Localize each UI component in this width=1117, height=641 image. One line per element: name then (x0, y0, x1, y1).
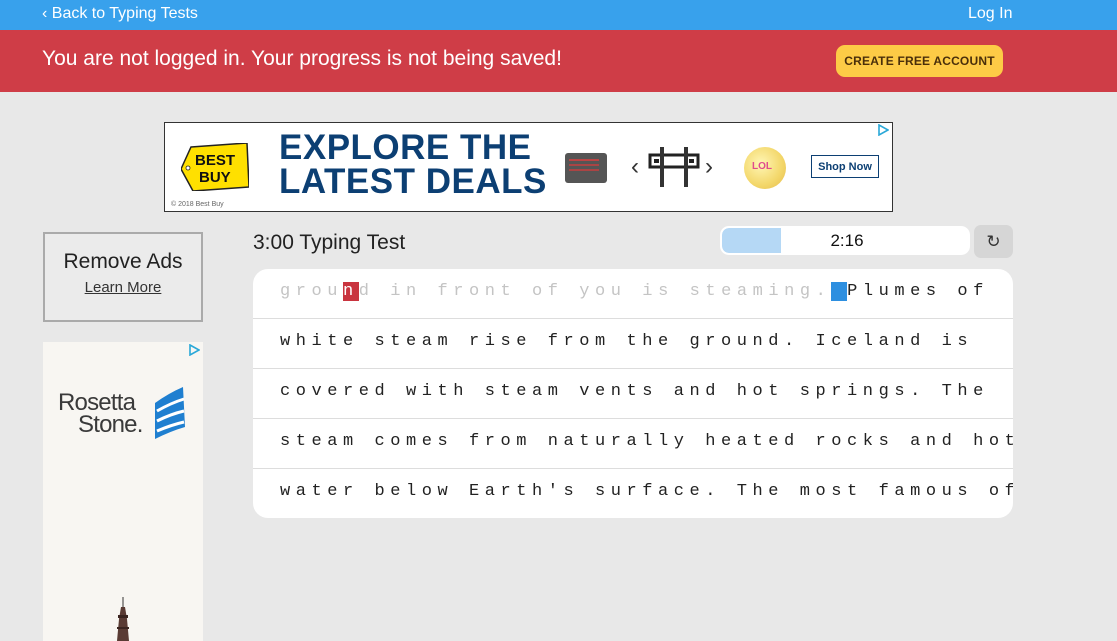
typing-error-char: n (343, 282, 359, 301)
adchoices-icon[interactable] (188, 344, 200, 356)
lol-toy-product-image (744, 147, 786, 189)
brand-line-2: Stone. (78, 411, 143, 438)
pending-text: steam comes from naturally heated rocks … (280, 432, 1013, 451)
svg-text:BEST: BEST (195, 152, 235, 169)
text-line: water below Earth's surface. The most fa… (253, 469, 1013, 518)
back-to-typing-tests-link[interactable]: ‹ Back to Typing Tests (42, 5, 198, 23)
create-free-account-button[interactable]: CREATE FREE ACCOUNT (836, 45, 1003, 77)
restart-icon[interactable]: ↻ (974, 225, 1013, 258)
text-line: covered with steam vents and hot springs… (253, 369, 1013, 419)
shop-now-button[interactable]: Shop Now (811, 155, 879, 178)
not-logged-in-alert: You are not logged in. Your progress is … (0, 30, 1117, 92)
text-line: ground in front of you is steaming. Plum… (253, 269, 1013, 319)
text-line: steam comes from naturally heated rocks … (253, 419, 1013, 469)
ad-headline-line-2: LATEST DEALS (279, 162, 547, 201)
pending-text: Plumes of (847, 282, 989, 301)
pending-text: white steam rise from the ground. Icelan… (280, 332, 974, 351)
timer-progress-bar: 2:16 (720, 226, 970, 255)
pending-text: covered with steam vents and hot springs… (280, 382, 989, 401)
timer-remaining: 2:16 (830, 231, 864, 250)
text-line: white steam rise from the ground. Icelan… (253, 319, 1013, 369)
ad-copyright: © 2018 Best Buy (171, 201, 224, 208)
typed-text: d in front of you is steaming. (358, 282, 832, 301)
alert-message: You are not logged in. Your progress is … (42, 47, 562, 70)
top-ad-banner[interactable]: BEST BUY EXPLORE THE LATEST DEALS © 2018… (164, 122, 893, 212)
test-title: 3:00 Typing Test (253, 231, 406, 254)
learn-more-link[interactable]: Learn More (85, 279, 162, 296)
pending-text: water below Earth's surface. The most fa… (280, 482, 1013, 501)
side-ad-rosetta-stone[interactable]: Rosetta Stone. (43, 342, 203, 641)
typing-cursor (831, 282, 848, 301)
ad-headline: EXPLORE THE LATEST DEALS (279, 128, 547, 201)
rosetta-stone-wordmark: Rosetta Stone. (58, 391, 143, 438)
best-buy-logo: BEST BUY (181, 143, 249, 191)
remove-ads-box: Remove Ads Learn More (43, 232, 203, 322)
svg-text:BUY: BUY (199, 169, 231, 186)
typed-text: grou (280, 282, 344, 301)
remove-ads-title: Remove Ads (63, 250, 183, 273)
sd-card-product-image (565, 153, 607, 183)
ad-headline-line-1: EXPLORE THE (279, 128, 532, 167)
eiffel-tower-image (117, 597, 129, 641)
top-nav-bar: ‹ Back to Typing Tests Log In (0, 0, 1117, 30)
login-link[interactable]: Log In (968, 5, 1012, 23)
typing-text-area[interactable]: ground in front of you is steaming. Plum… (253, 269, 1013, 518)
adchoices-icon[interactable] (877, 124, 889, 136)
carousel-next-arrow-icon[interactable]: › (705, 153, 713, 181)
carousel-prev-arrow-icon[interactable]: ‹ (631, 153, 639, 181)
tv-mount-product-image (648, 147, 700, 187)
rosetta-stone-logo-icon (155, 387, 185, 439)
